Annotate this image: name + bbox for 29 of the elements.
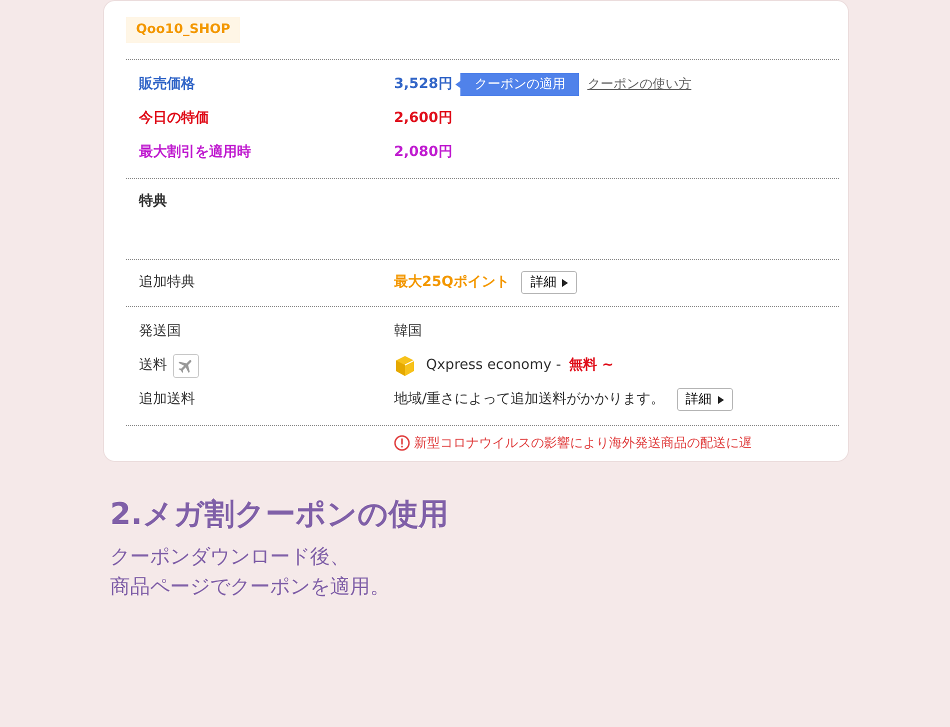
warning-icon (394, 435, 410, 452)
section-description: クーポンダウンロード後、 商品ページでクーポンを適用。 (110, 543, 391, 600)
shop-label: Qoo10_SHOP (126, 17, 240, 42)
details-button[interactable]: 詳細 (521, 270, 578, 294)
points-value: 最大25Qポイント (394, 273, 510, 292)
row-label: 送料 (139, 356, 167, 375)
notice-text: 新型コロナウイルスの影響により海外発送商品の配送に遅 (414, 434, 752, 452)
shipping-price: 無料 ~ (569, 356, 614, 375)
price-label: 今日の特価 (138, 109, 210, 128)
row-value: 地域/重さによって追加送料がかかります。 (394, 390, 665, 409)
box-icon (394, 354, 416, 376)
section-heading: 2.メガ割クーポンの使用 (110, 496, 450, 534)
plane-icon (173, 354, 199, 378)
row-label: 発送国 (139, 322, 181, 341)
shipping-method: Qxpress economy - (426, 356, 562, 375)
details-button[interactable]: 詳細 (676, 388, 733, 412)
apply-coupon-button[interactable]: クーポンの適用 (455, 72, 580, 96)
triangle-icon (718, 396, 724, 404)
benefits-title: 特典 (138, 192, 168, 210)
triangle-icon (562, 278, 568, 286)
price-label: 販売価格 (138, 75, 196, 94)
price-label: 最大割引を適用時 (138, 142, 252, 162)
row-label: 追加特典 (138, 273, 196, 292)
coupon-help-link[interactable]: クーポンの使い方 (587, 74, 692, 94)
price-value: 2,600円 (394, 109, 452, 128)
price-value: 2,080円 (394, 143, 452, 162)
price-value: 3,528円 (394, 75, 452, 94)
row-label: 追加送料 (139, 390, 195, 409)
row-value: 韓国 (394, 322, 422, 341)
